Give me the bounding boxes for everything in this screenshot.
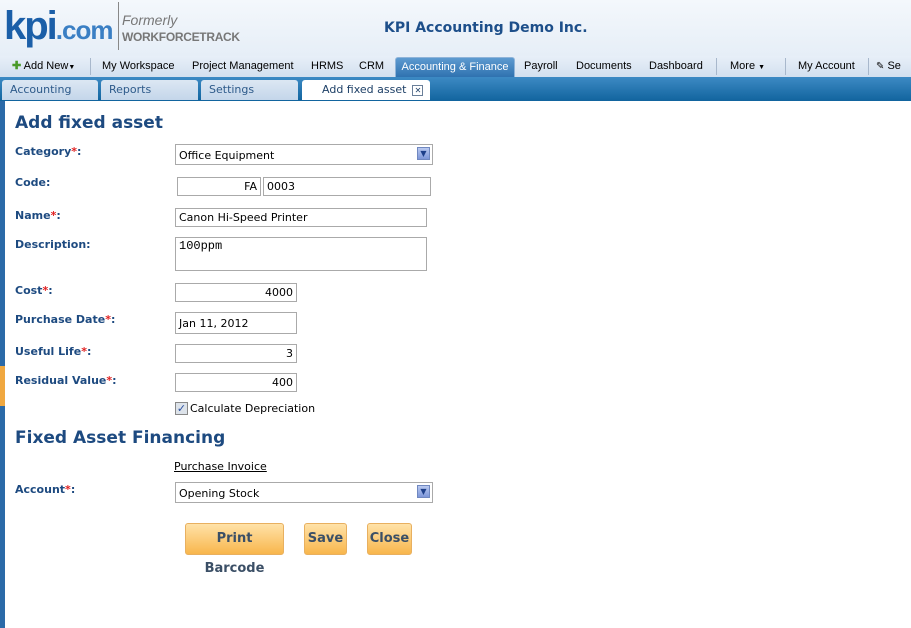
code-input[interactable]: 0003 xyxy=(263,177,431,196)
description-label: Description: xyxy=(15,238,91,251)
add-new-button[interactable]: ✚ Add New▼ xyxy=(12,56,75,77)
code-prefix: FA xyxy=(177,177,261,196)
nav-my-workspace[interactable]: My Workspace xyxy=(102,56,175,77)
purchase-date-input[interactable]: Jan 11, 2012 xyxy=(175,312,297,334)
plus-icon: ✚ xyxy=(12,60,22,72)
calculate-depreciation-row: ✓ Calculate Depreciation xyxy=(175,402,315,415)
residual-value-input[interactable]: 400 xyxy=(175,373,297,392)
nav-hrms[interactable]: HRMS xyxy=(311,56,343,77)
nav-accounting-finance[interactable]: Accounting & Finance xyxy=(395,57,515,77)
account-select[interactable]: Opening Stock ▼ xyxy=(175,482,433,503)
caret-down-icon: ▼ xyxy=(758,64,766,71)
name-label: Name*: xyxy=(15,209,61,222)
useful-life-label: Useful Life*: xyxy=(15,345,92,358)
left-panel-edge xyxy=(0,101,5,628)
chevron-down-icon: ▼ xyxy=(417,147,430,160)
main-nav: ✚ Add New▼ My Workspace Project Manageme… xyxy=(0,56,911,77)
close-button[interactable]: Close xyxy=(367,523,412,555)
panel-expand-handle[interactable] xyxy=(0,366,5,406)
divider xyxy=(868,58,869,75)
nav-dashboard[interactable]: Dashboard xyxy=(649,56,703,77)
purchase-invoice-link[interactable]: Purchase Invoice xyxy=(174,460,267,473)
caret-down-icon: ▼ xyxy=(68,64,76,71)
nav-payroll[interactable]: Payroll xyxy=(524,56,558,77)
nav-my-account[interactable]: My Account xyxy=(798,56,855,77)
edit-icon: ✎ xyxy=(876,61,885,72)
code-label: Code: xyxy=(15,176,51,189)
category-label: Category*: xyxy=(15,145,82,158)
name-input[interactable]: Canon Hi-Speed Printer xyxy=(175,208,427,227)
subtab-settings[interactable]: Settings xyxy=(201,80,298,100)
calculate-depreciation-checkbox[interactable]: ✓ xyxy=(175,402,188,415)
nav-documents[interactable]: Documents xyxy=(576,56,632,77)
category-select[interactable]: Office Equipment ▼ xyxy=(175,144,433,165)
residual-value-label: Residual Value*: xyxy=(15,374,117,387)
print-barcode-button[interactable]: Print Barcode xyxy=(185,523,284,576)
useful-life-input[interactable]: 3 xyxy=(175,344,297,363)
subtab-reports[interactable]: Reports xyxy=(101,80,198,100)
subtab-add-fixed-asset[interactable]: Add fixed asset ✕ xyxy=(302,80,430,100)
close-tab-icon[interactable]: ✕ xyxy=(412,84,424,96)
nav-more[interactable]: More ▼ xyxy=(730,56,765,77)
cost-label: Cost*: xyxy=(15,284,53,297)
divider xyxy=(785,58,786,75)
calculate-depreciation-label: Calculate Depreciation xyxy=(190,402,316,415)
former-name: WORKFORCETRACK xyxy=(122,30,240,44)
nav-crm[interactable]: CRM xyxy=(359,56,384,77)
subtab-accounting[interactable]: Accounting xyxy=(2,80,98,100)
page-title: Add fixed asset xyxy=(15,113,163,133)
chevron-down-icon: ▼ xyxy=(417,485,430,498)
cost-input[interactable]: 4000 xyxy=(175,283,297,302)
logo[interactable]: kpi.com xyxy=(4,2,113,54)
nav-project-management[interactable]: Project Management xyxy=(192,56,294,77)
account-label: Account*: xyxy=(15,483,76,496)
divider xyxy=(90,58,91,75)
nav-settings[interactable]: ✎ Se xyxy=(876,56,901,77)
divider xyxy=(716,58,717,75)
financing-title: Fixed Asset Financing xyxy=(15,428,226,448)
save-button[interactable]: Save xyxy=(304,523,347,555)
company-name: KPI Accounting Demo Inc. xyxy=(384,20,588,36)
description-textarea[interactable]: 100ppm xyxy=(175,237,427,271)
formerly-text: Formerly xyxy=(122,12,178,28)
logo-divider xyxy=(118,2,119,50)
purchase-date-label: Purchase Date*: xyxy=(15,313,116,326)
